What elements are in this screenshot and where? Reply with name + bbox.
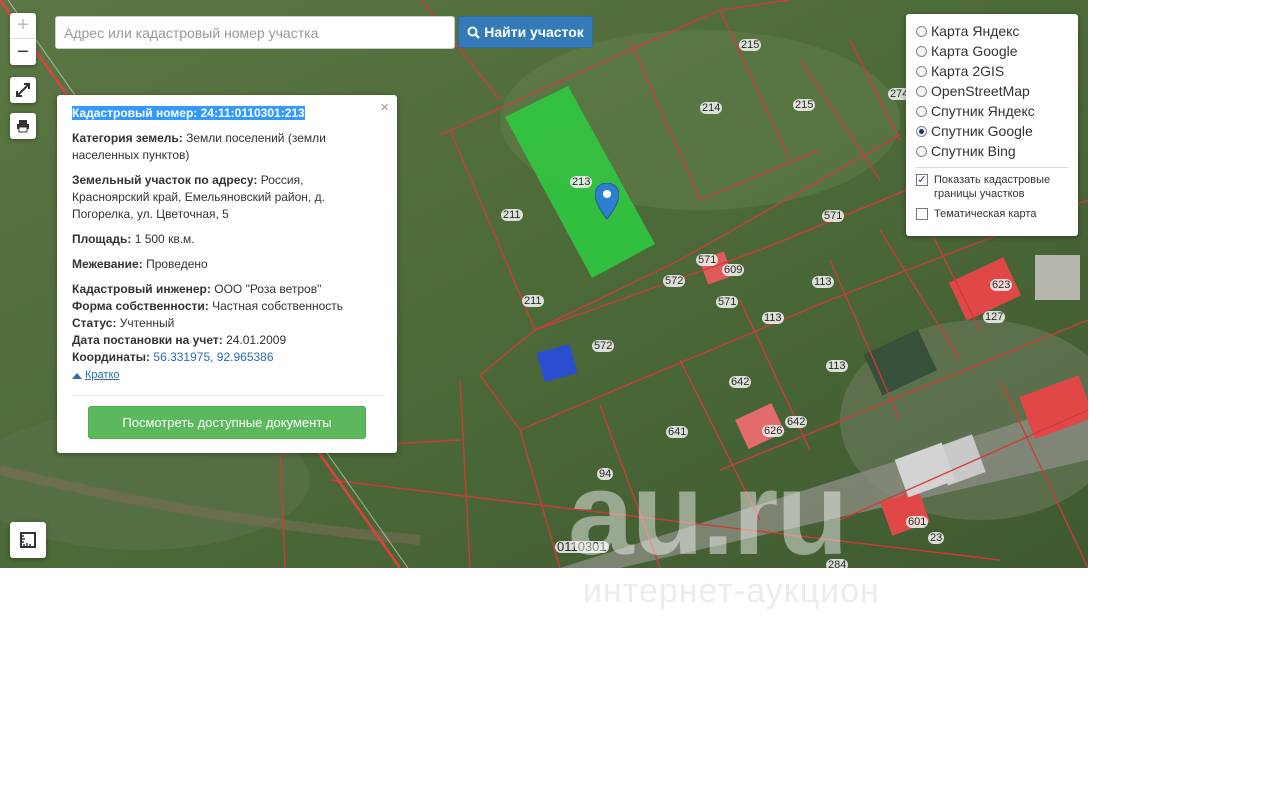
engineer-value: ООО "Роза ветров" — [214, 282, 322, 296]
parcel-label: 572 — [592, 340, 615, 352]
parcel-label: 642 — [785, 416, 808, 428]
parcel-label: 213 — [570, 176, 593, 188]
cadastral-label: Кадастровый номер: — [72, 106, 198, 120]
radio-button[interactable] — [916, 65, 927, 77]
ruler-icon — [20, 532, 36, 548]
parcel-label: 211 — [522, 295, 544, 307]
layer-switcher: Карта Яндекс Карта Google Карта 2GIS Ope… — [906, 14, 1078, 236]
parcel-label: 113 — [762, 312, 784, 324]
survey-value: Проведено — [146, 257, 208, 271]
caret-up-icon — [72, 372, 82, 379]
checkbox[interactable] — [916, 208, 928, 220]
find-parcel-label: Найти участок — [484, 24, 584, 40]
layer-option-label: OpenStreetMap — [931, 83, 1030, 99]
parcel-label: 571 — [822, 210, 845, 222]
checkbox-checked[interactable]: ✓ — [916, 174, 928, 186]
coordinates-link[interactable]: 56.331975, 92.965386 — [153, 350, 273, 364]
area-label: Площадь: — [72, 232, 132, 246]
ownership-label: Форма собственности: — [72, 299, 209, 313]
parcel-label: 601 — [906, 516, 929, 528]
watermark-logo: au.ru — [568, 448, 848, 568]
coordinates-label: Координаты: — [72, 350, 151, 364]
parcel-label: 23 — [928, 532, 945, 544]
layer-option-label: Спутник Bing — [931, 143, 1016, 159]
engineer-label: Кадастровый инженер: — [72, 282, 211, 296]
brief-label: Кратко — [85, 369, 120, 381]
show-borders-option[interactable]: ✓ Показать кадастровые границы участков — [916, 173, 1068, 201]
layer-option-osm[interactable]: OpenStreetMap — [916, 81, 1068, 101]
parcel-label: 215 — [739, 39, 762, 51]
parcel-label: 642 — [729, 376, 752, 388]
layer-option-google-satellite[interactable]: Спутник Google — [916, 121, 1068, 141]
watermark-subtitle: интернет-аукцион — [583, 572, 880, 610]
radio-button[interactable] — [916, 45, 927, 57]
layer-option-yandex-map[interactable]: Карта Яндекс — [916, 21, 1068, 41]
parcel-label: 641 — [666, 426, 689, 438]
parcel-label: 571 — [716, 296, 739, 308]
zoom-out-button[interactable]: − — [10, 39, 36, 65]
zoom-control: + − — [10, 13, 36, 65]
parcel-label: 113 — [826, 360, 848, 372]
parcel-label: 214 — [700, 102, 723, 114]
radio-button[interactable] — [916, 85, 927, 97]
layer-option-label: Спутник Яндекс — [931, 103, 1035, 119]
address-label: Земельный участок по адресу: — [72, 173, 258, 187]
brief-toggle-link[interactable]: Кратко — [72, 367, 120, 384]
search-input[interactable] — [55, 16, 455, 49]
find-parcel-button[interactable]: Найти участок — [458, 16, 593, 48]
parcel-label: 215 — [793, 99, 816, 111]
print-button[interactable] — [10, 113, 36, 139]
registration-date-label: Дата постановки на учет: — [72, 333, 223, 347]
status-value: Учтенный — [119, 316, 175, 330]
close-icon[interactable]: × — [380, 99, 389, 116]
layer-option-2gis-map[interactable]: Карта 2GIS — [916, 61, 1068, 81]
radio-button[interactable] — [916, 145, 927, 157]
layer-option-label: Спутник Google — [931, 123, 1033, 139]
radio-button-selected[interactable] — [916, 125, 927, 137]
layer-option-label: Карта Google — [931, 43, 1018, 59]
parcel-label: 626 — [762, 425, 785, 437]
cadastral-number: 24:11:0110301:213 — [200, 106, 305, 120]
search-icon — [467, 26, 480, 39]
parcel-label: 572 — [663, 275, 686, 287]
zoom-in-button[interactable]: + — [10, 13, 36, 39]
radio-button[interactable] — [916, 105, 927, 117]
map-marker-icon[interactable] — [595, 183, 619, 219]
layer-option-yandex-satellite[interactable]: Спутник Яндекс — [916, 101, 1068, 121]
ruler-button[interactable] — [10, 522, 46, 558]
layer-option-bing-satellite[interactable]: Спутник Bing — [916, 141, 1068, 161]
thematic-map-option[interactable]: Тематическая карта — [916, 207, 1068, 221]
thematic-map-label: Тематическая карта — [934, 208, 1037, 220]
view-documents-button[interactable]: Посмотреть доступные документы — [88, 406, 366, 439]
parcel-label: 127 — [983, 311, 1006, 323]
show-borders-label: Показать кадастровые границы участков — [934, 174, 1051, 200]
expand-icon — [16, 83, 30, 97]
area-value: 1 500 кв.м. — [134, 232, 195, 246]
parcel-info-popup: × Кадастровый номер: 24:11:0110301:213 К… — [57, 95, 397, 453]
layer-option-label: Карта Яндекс — [931, 23, 1020, 39]
divider — [916, 167, 1068, 168]
printer-icon — [17, 120, 29, 133]
divider — [72, 395, 382, 396]
parcel-label: 113 — [812, 276, 834, 288]
parcel-label: 571 — [696, 254, 719, 266]
category-label: Категория земель: — [72, 131, 183, 145]
survey-label: Межевание: — [72, 257, 143, 271]
radio-button[interactable] — [916, 25, 927, 37]
layer-option-label: Карта 2GIS — [931, 63, 1005, 79]
fullscreen-button[interactable] — [10, 77, 36, 103]
ownership-value: Частная собственность — [212, 299, 344, 313]
registration-date-value: 24.01.2009 — [226, 333, 287, 347]
parcel-label: 211 — [501, 209, 523, 221]
layer-option-google-map[interactable]: Карта Google — [916, 41, 1068, 61]
parcel-label: 623 — [990, 279, 1013, 291]
parcel-label: 609 — [722, 264, 745, 276]
status-label: Статус: — [72, 316, 117, 330]
